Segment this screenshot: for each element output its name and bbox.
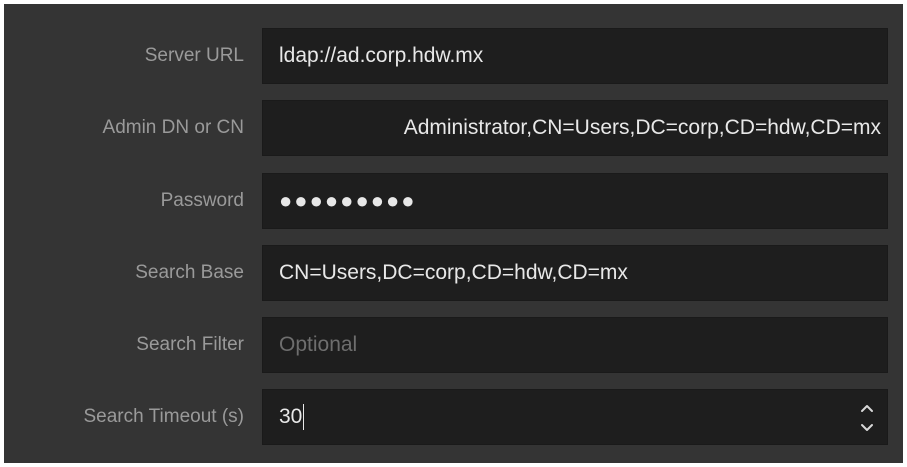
search-timeout-value: 30 — [279, 405, 303, 428]
text-caret — [303, 404, 305, 431]
server-url-input[interactable]: ldap://ad.corp.hdw.mx — [262, 28, 888, 84]
admin-dn-row: Admin DN or CN Administrator,CN=Users,DC… — [4, 100, 903, 156]
timeout-spinner — [857, 398, 877, 438]
search-base-input[interactable]: CN=Users,DC=corp,CD=hdw,CD=mx — [262, 245, 888, 301]
admin-dn-input[interactable]: Administrator,CN=Users,DC=corp,CD=hdw,CD… — [262, 100, 888, 156]
chevron-down-icon — [861, 424, 873, 431]
search-timeout-row: Search Timeout (s) 30 — [4, 389, 903, 445]
chevron-up-icon — [861, 405, 873, 412]
password-label: Password — [160, 190, 244, 211]
search-filter-label: Search Filter — [136, 334, 244, 355]
timeout-increment-button[interactable] — [857, 398, 877, 418]
server-url-label: Server URL — [144, 45, 244, 66]
ldap-settings-panel: Server URL ldap://ad.corp.hdw.mx Admin D… — [4, 4, 903, 463]
password-masked-value: ●●●●●●●●● — [279, 188, 417, 213]
search-base-label: Search Base — [135, 262, 244, 283]
server-url-row: Server URL ldap://ad.corp.hdw.mx — [4, 28, 903, 84]
search-filter-input[interactable]: Optional — [262, 317, 888, 373]
password-input[interactable]: ●●●●●●●●● — [262, 173, 888, 229]
password-row: Password ●●●●●●●●● — [4, 173, 903, 229]
timeout-decrement-button[interactable] — [857, 418, 877, 438]
admin-dn-label: Admin DN or CN — [102, 117, 244, 138]
search-timeout-value-wrap: 30 — [279, 390, 305, 444]
search-filter-placeholder: Optional — [279, 333, 358, 356]
admin-dn-value: Administrator,CN=Users,DC=corp,CD=hdw,CD… — [403, 116, 881, 139]
search-timeout-label: Search Timeout (s) — [83, 406, 245, 427]
search-base-value: CN=Users,DC=corp,CD=hdw,CD=mx — [279, 261, 628, 284]
server-url-value: ldap://ad.corp.hdw.mx — [279, 44, 484, 67]
search-filter-row: Search Filter Optional — [4, 317, 903, 373]
search-timeout-spinbox[interactable]: 30 — [262, 389, 888, 445]
search-base-row: Search Base CN=Users,DC=corp,CD=hdw,CD=m… — [4, 245, 903, 301]
